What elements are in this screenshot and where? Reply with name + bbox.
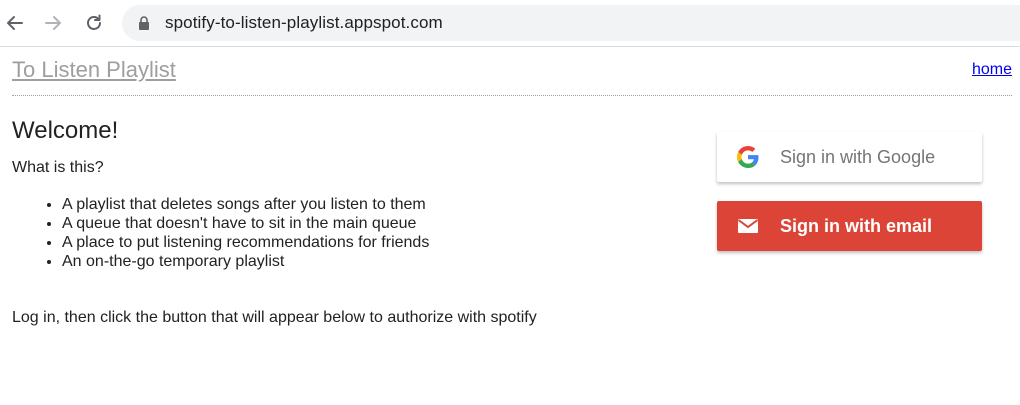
feature-item: An on-the-go temporary playlist bbox=[62, 252, 429, 271]
welcome-heading: Welcome! bbox=[12, 117, 119, 144]
header-divider bbox=[12, 95, 1012, 96]
address-bar[interactable]: spotify-to-listen-playlist.appspot.com bbox=[122, 5, 1020, 41]
home-link[interactable]: home bbox=[972, 61, 1012, 79]
sign-in-email-button[interactable]: Sign in with email bbox=[717, 201, 982, 251]
feature-item: A place to put listening recommendations… bbox=[62, 233, 429, 252]
login-instructions: Log in, then click the button that will … bbox=[12, 309, 537, 326]
forward-arrow-icon[interactable] bbox=[40, 10, 66, 36]
reload-icon[interactable] bbox=[81, 10, 107, 36]
browser-toolbar: spotify-to-listen-playlist.appspot.com bbox=[0, 0, 1020, 47]
back-arrow-icon[interactable] bbox=[2, 10, 28, 36]
what-is-this-label: What is this? bbox=[12, 159, 104, 176]
google-g-icon bbox=[736, 145, 760, 169]
page-content: To Listen Playlist home Welcome! What is… bbox=[0, 47, 1020, 405]
sign-in-email-label: Sign in with email bbox=[780, 215, 933, 236]
lock-icon bbox=[138, 16, 150, 35]
feature-item: A playlist that deletes songs after you … bbox=[62, 195, 429, 214]
sign-in-google-label: Sign in with Google bbox=[780, 146, 936, 167]
feature-list: A playlist that deletes songs after you … bbox=[22, 195, 429, 271]
feature-item: A queue that doesn't have to sit in the … bbox=[62, 214, 429, 233]
mail-icon bbox=[736, 214, 760, 238]
site-title-link[interactable]: To Listen Playlist bbox=[12, 57, 176, 83]
url-text: spotify-to-listen-playlist.appspot.com bbox=[165, 13, 443, 32]
sign-in-google-button[interactable]: Sign in with Google bbox=[717, 132, 982, 182]
